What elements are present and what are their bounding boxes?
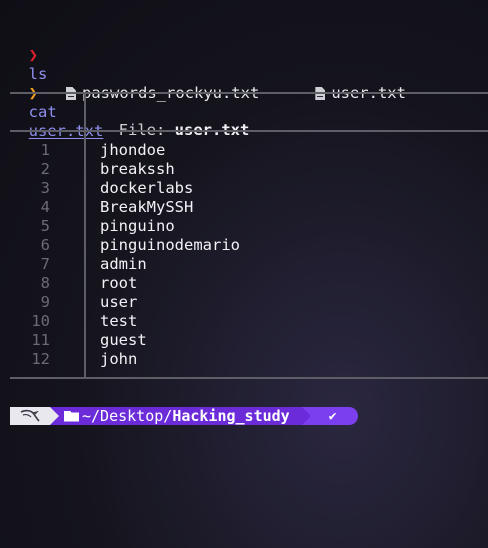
line-text: jhondoe — [100, 141, 166, 159]
line-number: 1 — [40, 141, 50, 159]
prompt-line-cat: ❯ cat user.txt — [10, 65, 104, 140]
line-number: 8 — [40, 274, 50, 292]
bat-header: File: user.txt — [100, 102, 250, 139]
line-text: dockerlabs — [100, 179, 194, 197]
bat-header-rule — [10, 130, 488, 132]
line-number: 7 — [40, 255, 50, 273]
line-number: 11 — [31, 331, 50, 349]
line-text: pinguino — [100, 217, 175, 235]
cwd-current: Hacking_study — [172, 407, 290, 425]
line-number: 6 — [40, 236, 50, 254]
line-text: BreakMySSH — [100, 198, 194, 216]
command-cat: cat — [28, 103, 57, 121]
ls-output: paswords_rockyu.txt user.txt — [10, 46, 406, 102]
bat-gutter-rule — [84, 94, 86, 377]
check-icon: ✔ — [328, 408, 337, 424]
line-text: pinguinodemario — [100, 236, 240, 254]
line-number: 5 — [40, 217, 50, 235]
line-number: 4 — [40, 198, 50, 216]
line-text: root — [100, 274, 138, 292]
kali-dragon-icon — [20, 409, 40, 422]
kali-logo-segment — [10, 407, 59, 425]
line-text: user — [100, 293, 138, 311]
bat-top-rule — [10, 92, 488, 94]
line-text: test — [100, 312, 138, 330]
line-number: 3 — [40, 179, 50, 197]
folder-open-icon — [64, 410, 79, 422]
bat-bottom-rule — [10, 377, 488, 379]
cwd-prefix: ~/Desktop/ — [82, 407, 173, 425]
line-number: 10 — [31, 312, 50, 330]
prompt-statusbar: ~/Desktop/Hacking_study ✔ — [10, 407, 358, 425]
line-number: 9 — [40, 293, 50, 311]
line-text: guest — [100, 331, 147, 349]
line-text: admin — [100, 255, 147, 273]
cwd-segment: ~/Desktop/Hacking_study — [50, 407, 311, 425]
line-text: breakssh — [100, 160, 175, 178]
line-text: john — [100, 350, 138, 368]
line-number: 12 — [31, 350, 50, 368]
prompt-line-ls: ❯ ls — [10, 27, 48, 83]
line-number: 2 — [40, 160, 50, 178]
